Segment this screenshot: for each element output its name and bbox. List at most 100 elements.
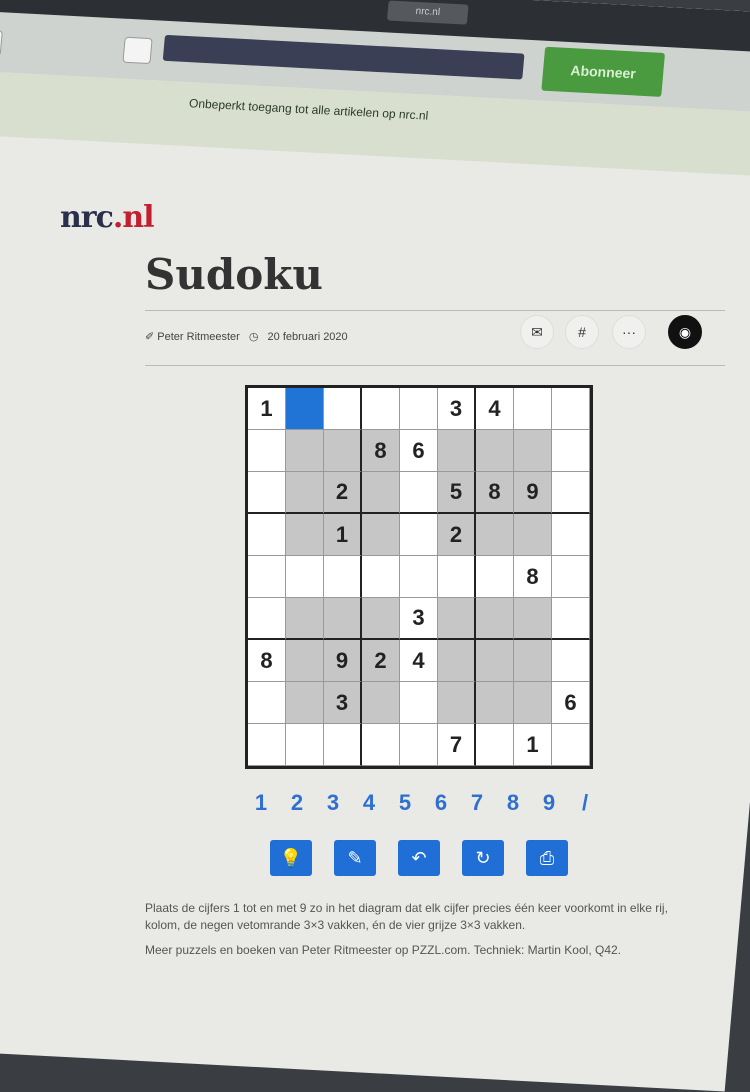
sudoku-cell[interactable] [476, 640, 514, 682]
sudoku-cell[interactable]: 3 [324, 682, 362, 724]
address-bar[interactable] [162, 34, 525, 80]
sudoku-cell[interactable] [286, 724, 324, 766]
sudoku-cell[interactable] [362, 724, 400, 766]
sudoku-cell[interactable]: 2 [362, 640, 400, 682]
sudoku-cell[interactable] [438, 556, 476, 598]
sudoku-cell[interactable] [514, 640, 552, 682]
sudoku-cell[interactable]: 1 [514, 724, 552, 766]
sudoku-cell[interactable] [552, 598, 590, 640]
sudoku-cell[interactable] [514, 388, 552, 430]
sudoku-cell[interactable] [248, 724, 286, 766]
back-button[interactable] [0, 28, 3, 57]
sudoku-cell[interactable] [248, 598, 286, 640]
sudoku-cell[interactable] [400, 556, 438, 598]
sudoku-cell[interactable]: 8 [476, 472, 514, 514]
site-logo[interactable]: nrc.nl [60, 200, 155, 235]
number-button-5[interactable]: 5 [394, 790, 416, 816]
sudoku-cell[interactable] [514, 682, 552, 724]
sudoku-cell[interactable] [400, 682, 438, 724]
number-button-8[interactable]: 8 [502, 790, 524, 816]
sudoku-cell[interactable]: 9 [514, 472, 552, 514]
sudoku-cell[interactable]: 1 [248, 388, 286, 430]
promo-banner-text[interactable]: Onbeperkt toegang tot alle artikelen op … [189, 96, 429, 122]
sudoku-cell[interactable]: 1 [324, 514, 362, 556]
sudoku-cell[interactable]: 6 [552, 682, 590, 724]
sudoku-cell[interactable] [552, 388, 590, 430]
sudoku-cell[interactable] [476, 724, 514, 766]
browser-tab-title[interactable]: nrc.nl [386, 0, 469, 25]
sudoku-cell[interactable] [286, 430, 324, 472]
sudoku-cell[interactable] [286, 514, 324, 556]
sudoku-cell[interactable] [552, 640, 590, 682]
sudoku-cell[interactable]: 7 [438, 724, 476, 766]
sudoku-cell[interactable] [438, 598, 476, 640]
number-button-2[interactable]: 2 [286, 790, 308, 816]
author-name[interactable]: Peter Ritmeester [157, 331, 240, 343]
print-icon[interactable]: ⎙ [526, 840, 568, 876]
sudoku-cell[interactable]: 4 [400, 640, 438, 682]
number-button-6[interactable]: 6 [430, 790, 452, 816]
number-button-7[interactable]: 7 [466, 790, 488, 816]
sudoku-cell[interactable] [362, 682, 400, 724]
sudoku-cell[interactable]: 4 [476, 388, 514, 430]
sudoku-cell[interactable] [438, 430, 476, 472]
sudoku-cell[interactable] [514, 514, 552, 556]
redo-icon[interactable]: ↻ [462, 840, 504, 876]
sudoku-cell[interactable] [552, 514, 590, 556]
sudoku-cell[interactable] [286, 472, 324, 514]
sudoku-cell[interactable] [514, 430, 552, 472]
eraser-icon[interactable]: ✎ [334, 840, 376, 876]
number-button-1[interactable]: 1 [250, 790, 272, 816]
sudoku-cell[interactable] [362, 472, 400, 514]
sudoku-cell[interactable] [362, 388, 400, 430]
sudoku-cell[interactable] [286, 556, 324, 598]
sudoku-cell[interactable] [476, 682, 514, 724]
sudoku-cell[interactable] [362, 556, 400, 598]
hash-icon[interactable]: # [565, 315, 599, 349]
sudoku-cell[interactable] [286, 598, 324, 640]
sudoku-cell[interactable] [400, 472, 438, 514]
sudoku-cell[interactable] [286, 388, 324, 430]
sudoku-cell[interactable] [286, 640, 324, 682]
sudoku-cell[interactable] [476, 598, 514, 640]
sudoku-cell[interactable] [248, 514, 286, 556]
tab-overview-button[interactable] [122, 36, 153, 65]
sudoku-cell[interactable] [438, 640, 476, 682]
sudoku-cell[interactable] [514, 598, 552, 640]
sudoku-cell[interactable] [324, 598, 362, 640]
pencil-mode-button[interactable]: / [574, 790, 596, 816]
sudoku-cell[interactable]: 3 [438, 388, 476, 430]
sudoku-cell[interactable] [552, 724, 590, 766]
sudoku-cell[interactable]: 9 [324, 640, 362, 682]
undo-icon[interactable]: ↶ [398, 840, 440, 876]
sudoku-cell[interactable] [362, 598, 400, 640]
sudoku-cell[interactable] [324, 430, 362, 472]
sudoku-cell[interactable] [400, 724, 438, 766]
sudoku-cell[interactable] [476, 556, 514, 598]
sudoku-cell[interactable]: 2 [324, 472, 362, 514]
sudoku-cell[interactable]: 2 [438, 514, 476, 556]
sudoku-cell[interactable] [400, 514, 438, 556]
sudoku-cell[interactable] [552, 472, 590, 514]
more-icon[interactable]: ··· [612, 315, 646, 349]
sudoku-cell[interactable] [362, 514, 400, 556]
number-button-3[interactable]: 3 [322, 790, 344, 816]
sudoku-cell[interactable]: 8 [248, 640, 286, 682]
sudoku-cell[interactable] [248, 556, 286, 598]
lightbulb-icon[interactable]: 💡 [270, 840, 312, 876]
sudoku-cell[interactable] [248, 430, 286, 472]
sudoku-cell[interactable]: 8 [362, 430, 400, 472]
sudoku-cell[interactable]: 8 [514, 556, 552, 598]
sudoku-cell[interactable]: 5 [438, 472, 476, 514]
mail-icon[interactable]: ✉ [520, 315, 554, 349]
sudoku-cell[interactable] [248, 682, 286, 724]
sudoku-cell[interactable] [552, 556, 590, 598]
sudoku-cell[interactable] [286, 682, 324, 724]
sudoku-cell[interactable] [324, 556, 362, 598]
number-button-9[interactable]: 9 [538, 790, 560, 816]
sudoku-cell[interactable] [476, 514, 514, 556]
sudoku-cell[interactable] [248, 472, 286, 514]
sudoku-cell[interactable] [324, 388, 362, 430]
sudoku-cell[interactable] [476, 430, 514, 472]
sudoku-cell[interactable] [438, 682, 476, 724]
